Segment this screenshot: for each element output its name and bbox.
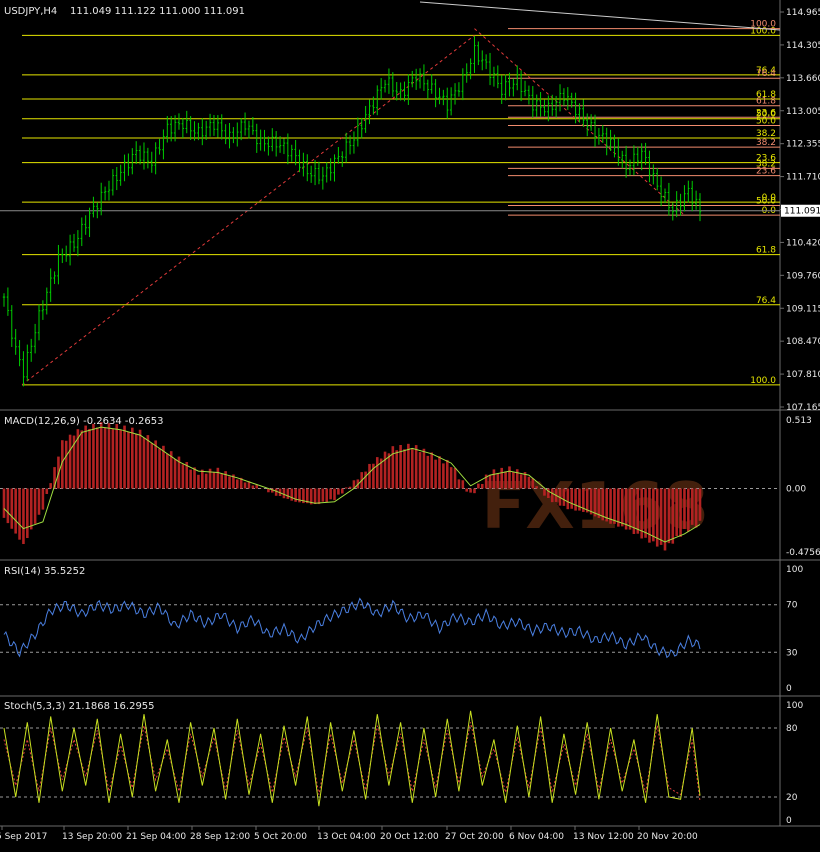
fib-right-label: 50.0 [756, 116, 776, 126]
y-tick-label: 107.165 [786, 403, 820, 413]
trendline [419, 1, 781, 31]
macd-y-label: 0.513 [786, 416, 812, 426]
macd-y-label: -0.4756 [786, 548, 820, 558]
x-tick-label: 13 Nov 12:00 [573, 832, 634, 842]
rsi-line [3, 597, 701, 659]
y-tick-label: 109.760 [786, 271, 820, 281]
x-tick-label: 28 Sep 12:00 [190, 832, 250, 842]
x-tick-label: 20 Oct 12:00 [380, 832, 439, 842]
stoch-y-label: 100 [786, 701, 803, 711]
price-tag: 111.091 [784, 207, 820, 217]
rsi-y-label: 70 [786, 601, 798, 611]
x-tick-label: 20 Nov 20:00 [637, 832, 698, 842]
fib-right-label: 38.2 [756, 138, 776, 148]
y-tick-label: 114.305 [786, 41, 820, 51]
fib-right-label: 50.0 [756, 196, 776, 206]
x-tick-label: 5 Sep 2017 [0, 832, 47, 842]
stoch-y-label: 0 [786, 816, 792, 826]
x-tick-label: 27 Oct 20:00 [445, 832, 504, 842]
y-tick-label: 110.420 [786, 238, 820, 248]
fib-right-label: 76.4 [756, 69, 776, 79]
rsi-y-label: 30 [786, 648, 798, 658]
y-tick-label: 111.710 [786, 173, 820, 183]
rsi-title: RSI(14) 35.5252 [4, 566, 85, 577]
x-tick-label: 6 Nov 04:00 [509, 832, 564, 842]
rsi-y-label: 0 [786, 684, 792, 694]
stoch-main-line [3, 710, 701, 807]
time-axis: 5 Sep 2017 13 Sep 20:00 21 Sep 04:00 28 Sep… [0, 826, 698, 842]
fib-level-label: 61.8 [756, 246, 776, 256]
ohlc-readout: 111.049 111.122 111.000 111.091 [70, 6, 245, 17]
y-tick-label: 108.470 [786, 337, 820, 347]
stoch-y-label: 80 [786, 724, 798, 734]
stoch-y-label: 20 [786, 793, 798, 803]
stoch-panel[interactable]: 100 80 20 0 [0, 701, 803, 826]
stoch-signal-line [3, 722, 701, 802]
price-panel[interactable]: 114.965 114.305 113.660 113.005 112.355 111.7… [0, 1, 820, 413]
stoch-title: Stoch(5,3,3) 21.1868 16.2955 [4, 701, 155, 712]
macd-y-label: 0.00 [786, 484, 806, 494]
chart-canvas[interactable]: FX168 114.965114.305113.660113.005112.35… [0, 0, 820, 852]
fib-right-label: 23.6 [756, 167, 776, 177]
y-tick-label: 113.005 [786, 107, 820, 117]
price-title: USDJPY,H4 [4, 6, 57, 17]
fib-level-label: 76.4 [756, 296, 776, 306]
rsi-y-label: 100 [786, 565, 803, 575]
x-tick-label: 13 Oct 04:00 [317, 832, 376, 842]
fib-level-label: 100.0 [750, 376, 776, 386]
y-tick-label: 112.355 [786, 140, 820, 150]
macd-title: MACD(12,26,9) -0.2634 -0.2653 [4, 416, 164, 427]
x-tick-label: 21 Sep 04:00 [126, 832, 186, 842]
y-tick-label: 114.965 [786, 8, 820, 18]
y-tick-label: 107.810 [786, 370, 820, 380]
chart-window[interactable]: FX168 114.965114.305113.660113.005112.35… [0, 0, 820, 852]
rsi-panel[interactable]: 100 70 30 0 [0, 565, 803, 694]
y-tick-label: 109.115 [786, 304, 820, 314]
fib-right-label: 61.8 [756, 97, 776, 107]
y-tick-label: 113.660 [786, 74, 820, 84]
x-tick-label: 5 Oct 20:00 [254, 832, 307, 842]
x-tick-label: 13 Sep 20:00 [62, 832, 122, 842]
